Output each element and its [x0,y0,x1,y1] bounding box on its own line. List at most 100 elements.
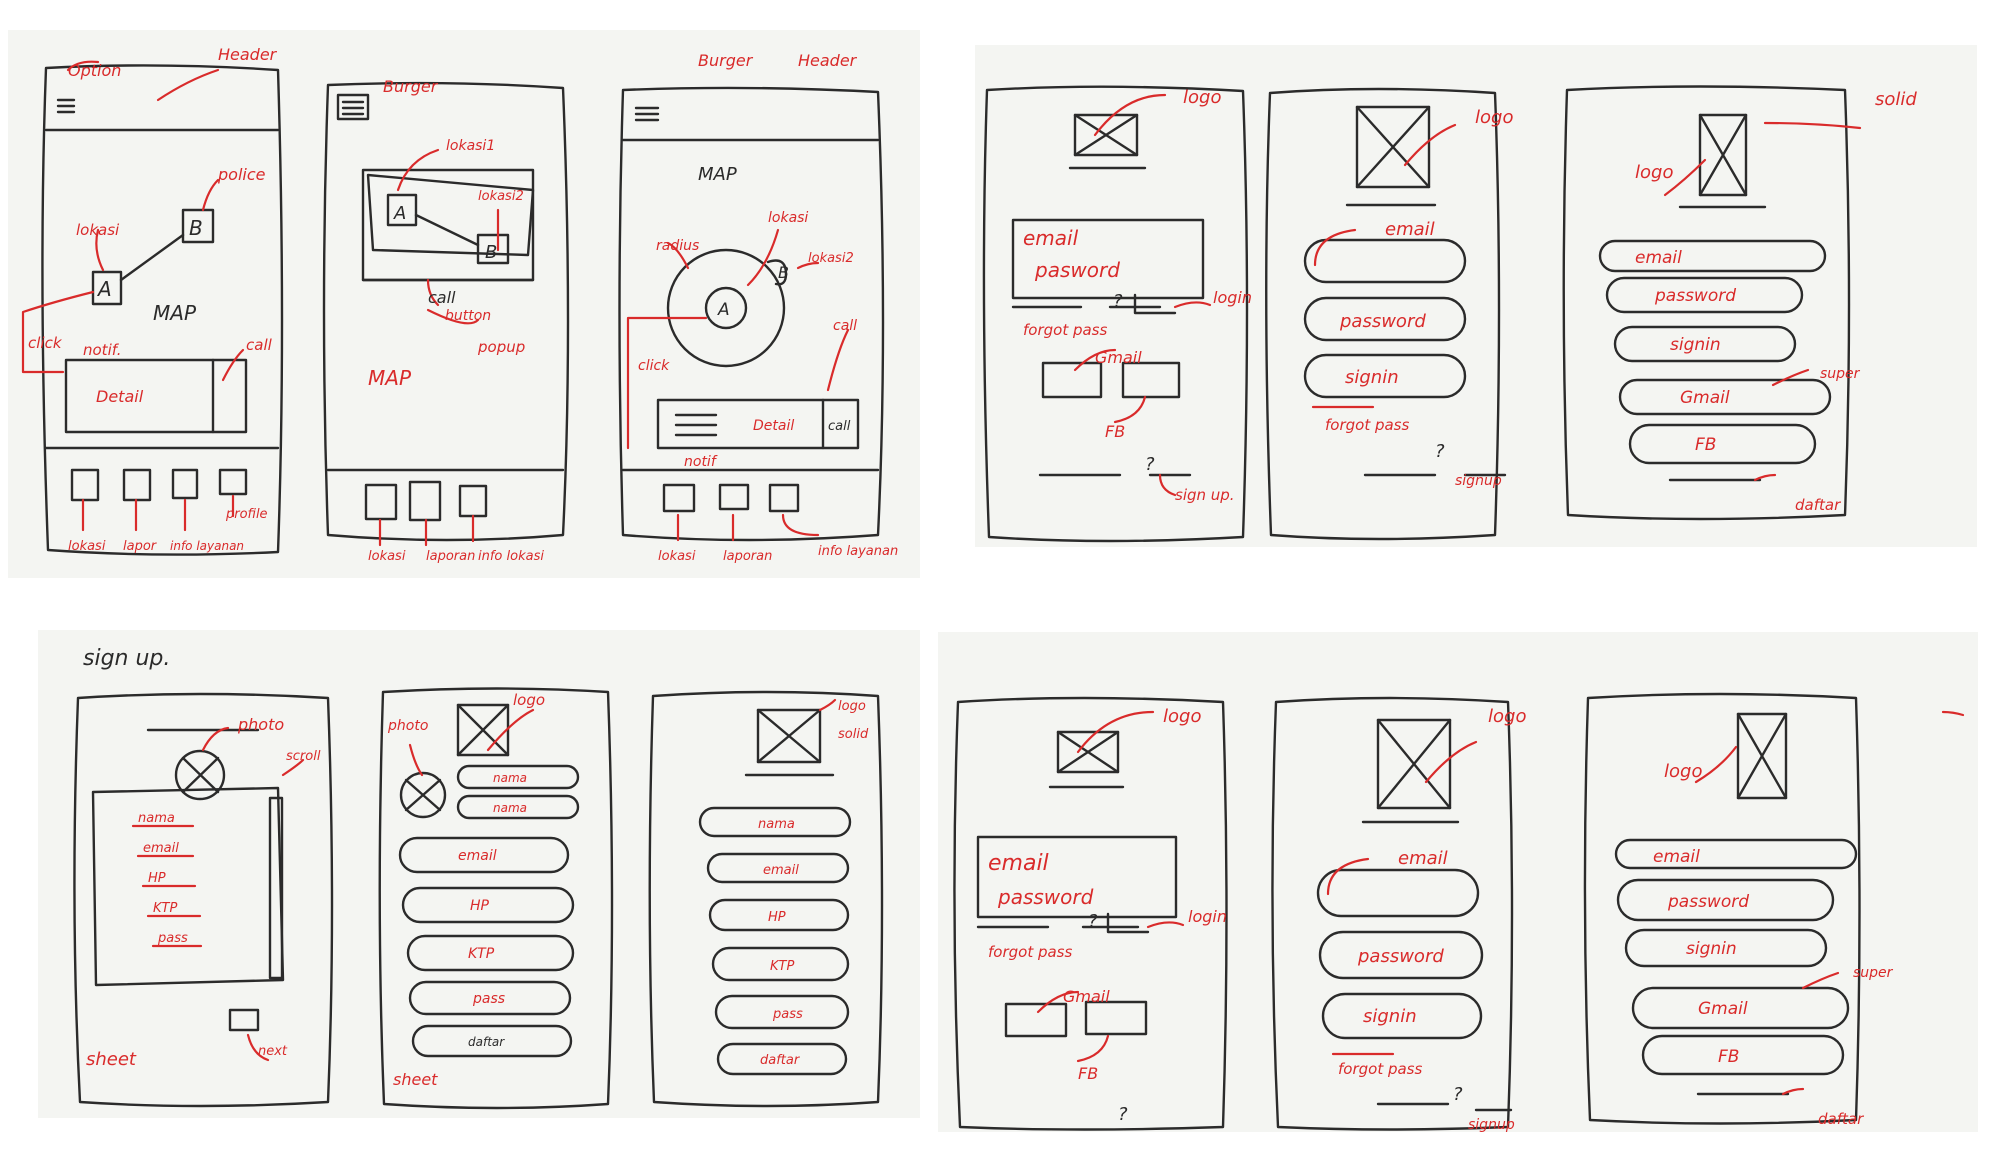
forgot-pass-label: forgot pass [1023,321,1108,339]
email-field-label: email [1023,226,1079,250]
login-label: login [1188,907,1227,926]
password-label: password [1667,892,1749,912]
call-label: call [833,318,857,334]
signup-screen-3 [648,690,884,1108]
question-mark: ? [1088,911,1098,932]
gmail-label: Gmail [1680,388,1730,408]
field-label-4: KTP [770,959,794,974]
forgot-pass-label: forgot pass [1325,416,1410,434]
login-wireframes-panel-bottom: logo email password forgot pass ? login … [938,632,1978,1132]
forgot-pass-label: forgot pass [1338,1060,1423,1078]
call-label: call [428,288,456,307]
lokasi1-label: lokasi1 [446,138,495,154]
login-wireframes-panel-top: logo email pasword forgot pass ? login G… [975,45,1977,547]
map-label: MAP [368,366,412,390]
field-label-7: daftar [468,1035,505,1049]
password-field-label: pasword [1034,258,1120,282]
login-screen-3 [1583,692,1965,1125]
daftar-label: daftar [1818,1110,1864,1128]
signup-label: signup [1455,473,1502,489]
next-label: next [258,1044,288,1059]
photo-label: photo [387,718,428,734]
lokasi2-label: lokasi2 [478,189,524,204]
login-screen-1 [982,85,1249,543]
password-label: password [1339,311,1426,332]
solid-label: solid [1875,89,1917,110]
nav-label-3: info layanan [818,544,898,559]
button-label: button [445,308,491,324]
question-mark: ? [1453,1084,1463,1105]
email-label: email [1385,219,1435,240]
field-label-2: email [143,841,179,856]
field-label-5: KTP [468,946,495,962]
detail-label: Detail [753,418,794,434]
password-field-label: password [997,885,1094,909]
fb-label: FB [1695,435,1716,455]
password-label: password [1357,946,1444,967]
question-mark: ? [1145,454,1155,475]
header-label: Header [798,51,858,70]
field-label-3: HP [768,910,786,925]
field-label-3: email [458,848,497,864]
notif-label: notif [684,454,718,470]
logo-label: logo [1488,706,1526,727]
police-label: police [217,165,266,184]
map-screen-3 [618,86,885,542]
field-label-6: pass [472,991,505,1007]
signup-label: signup [1468,1117,1515,1132]
email-label: email [1398,848,1448,869]
nav-label-1: lokasi [658,549,696,564]
lokasi-label: lokasi [76,221,120,239]
signin-label: signin [1686,939,1737,959]
call-label: call [246,336,273,354]
nav-label-1: lokasi [368,549,406,564]
header-label: Header [218,45,278,64]
signin-label: signin [1363,1006,1417,1027]
field-label-5: pass [157,931,188,946]
login-sketches-bottom: logo email password forgot pass ? login … [953,692,1965,1132]
map-label: MAP [153,301,197,325]
super-label: super [1820,366,1861,382]
logo-label: logo [1183,87,1221,108]
password-label: password [1654,286,1736,306]
marker-a: A [96,277,112,301]
map-label: MAP [698,164,737,185]
marker-b: B [485,242,497,263]
map-wireframes-panel: Option Header police lokasi B A MAP clic… [8,30,920,578]
option-label: Option [68,61,121,80]
marker-a: A [393,203,406,224]
email-label: email [1635,248,1682,268]
field-label-4: HP [470,898,490,914]
click-label: click [638,358,670,374]
lokasi-label: lokasi [768,210,808,226]
field-label-3: HP [148,871,166,886]
solid-label: solid [838,727,869,742]
sheet-label: sheet [393,1070,438,1089]
nav-label-3: info lokasi [478,549,544,564]
field-label-1: nama [493,771,527,785]
burger-label: Burger [383,77,439,96]
marker-b: B [189,216,203,240]
email-label: email [1653,847,1700,867]
signin-label: signin [1345,367,1399,388]
daftar-label: daftar [1795,496,1841,514]
fb-label: FB [1078,1064,1098,1083]
field-label-2: nama [493,801,527,815]
question-mark: ? [1113,291,1123,312]
field-label-6: daftar [760,1053,801,1068]
burger-label: Burger [698,51,754,70]
field-label-4: KTP [153,901,177,916]
logo-label: logo [1163,706,1201,727]
login-label: login [1213,288,1252,307]
signup-label: sign up. [1175,486,1235,504]
popup-label: popup [477,338,525,356]
login-sketches-top: logo email pasword forgot pass ? login G… [982,85,1917,543]
nav-label-3: info layanan [170,539,244,553]
signup-sketches: sign up. photo scroll nama email HP KTP … [73,646,884,1110]
logo-label: logo [1475,107,1513,128]
super-label: super [1853,965,1894,981]
nav-label-1: lokasi [68,539,106,554]
question-mark: ? [1118,1104,1128,1125]
photo-label: photo [237,715,284,734]
click-label: click [28,334,63,352]
